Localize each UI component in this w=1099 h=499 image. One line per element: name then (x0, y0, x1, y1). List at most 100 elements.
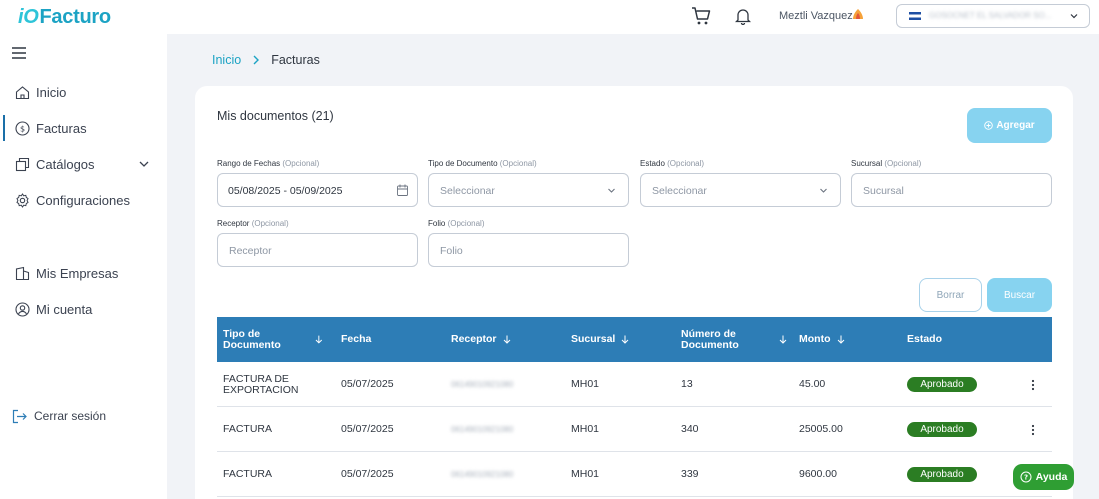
logo-prefix: iO (18, 6, 39, 28)
sidebar-item-facturas[interactable]: $ Facturas (0, 113, 167, 143)
sidebar-item-label: Cerrar sesión (34, 409, 107, 423)
status-badge: Aprobado (907, 467, 977, 482)
cell-numero: 340 (681, 423, 699, 435)
sidebar-item-cerrar-sesion[interactable]: Cerrar sesión (0, 401, 167, 431)
cell-sucursal: MH01 (571, 423, 600, 435)
logout-icon (12, 409, 27, 423)
sidebar-item-mis-empresas[interactable]: Mis Empresas (0, 258, 167, 288)
top-bar: iOFacturo Meztli Vazquez GOSOCNET EL SAL… (0, 0, 1099, 34)
company-select[interactable]: GOSOCNET EL SALVADOR SO... (896, 4, 1090, 28)
cell-receptor: 06149010921080 (451, 470, 514, 479)
clear-button[interactable]: Borrar (919, 278, 982, 312)
receiver-label: Receptor (Opcional) (217, 219, 289, 228)
table-row[interactable]: FACTURA DE EXPORTACION 05/07/2025 061490… (217, 362, 1052, 407)
company-name: GOSOCNET EL SALVADOR SO... (929, 11, 1052, 20)
folio-placeholder: Folio (440, 245, 463, 257)
status-badge: Aprobado (907, 377, 977, 392)
date-range-field[interactable]: 05/08/2025 - 05/09/2025 (217, 173, 418, 207)
column-header-numero[interactable]: Número de Documento (681, 317, 789, 362)
column-header-monto[interactable]: Monto (799, 317, 845, 362)
table-row[interactable]: FACTURA 05/07/2025 06149010921080 MH01 3… (217, 407, 1052, 452)
page-title: Mis documentos (21) (217, 109, 334, 123)
more-options-icon[interactable] (1031, 379, 1035, 391)
sort-arrow-icon[interactable] (779, 335, 787, 344)
sidebar-item-label: Mis Empresas (36, 265, 119, 281)
branch-input[interactable]: Sucursal (851, 173, 1052, 207)
status-select[interactable]: Seleccionar (640, 173, 841, 207)
user-circle-icon (15, 301, 30, 317)
chevron-down-icon (608, 188, 615, 193)
building-icon (15, 266, 30, 280)
cell-receptor: 06149010921080 (451, 425, 514, 434)
help-button[interactable]: ? Ayuda (1013, 464, 1074, 490)
status-label: Estado (Opcional) (640, 159, 705, 168)
breadcrumb-current: Facturas (271, 53, 320, 67)
plus-circle-icon (984, 121, 994, 130)
receiver-input[interactable]: Receptor (217, 233, 418, 267)
sidebar-item-label: Mi cuenta (36, 301, 93, 317)
column-header-tipo[interactable]: Tipo de Documento (223, 317, 323, 362)
sidebar-item-mi-cuenta[interactable]: Mi cuenta (0, 294, 167, 324)
cell-monto: 45.00 (799, 378, 826, 390)
breadcrumb: Inicio Facturas (212, 53, 320, 67)
app-logo[interactable]: iOFacturo (18, 6, 111, 29)
chevron-down-icon (139, 161, 149, 167)
help-circle-icon: ? (1020, 471, 1032, 483)
hamburger-menu-icon[interactable] (12, 47, 26, 59)
cart-icon[interactable] (691, 6, 711, 26)
search-button[interactable]: Buscar (987, 278, 1052, 312)
cell-sucursal: MH01 (571, 468, 600, 480)
sort-arrow-icon[interactable] (315, 335, 323, 344)
cell-monto: 9600.00 (799, 468, 837, 480)
column-header-receptor[interactable]: Receptor (451, 317, 511, 362)
home-icon (15, 85, 30, 99)
table-header: Tipo de Documento Fecha Receptor Sucursa… (217, 317, 1052, 362)
doc-type-label: Tipo de Documento (Opcional) (428, 159, 537, 168)
user-name[interactable]: Meztli Vazquez (779, 10, 853, 22)
date-range-value: 05/08/2025 - 05/09/2025 (228, 185, 343, 197)
add-button-label: Agregar (996, 120, 1035, 131)
cell-receptor: 06149010921080 (451, 380, 514, 389)
column-header-estado[interactable]: Estado (907, 317, 942, 362)
user-avatar-icon[interactable] (851, 7, 865, 21)
breadcrumb-home-link[interactable]: Inicio (212, 53, 241, 67)
cell-tipo: FACTURA (223, 423, 273, 435)
folio-input[interactable]: Folio (428, 233, 629, 267)
receiver-placeholder: Receptor (229, 245, 272, 257)
svg-text:?: ? (1024, 474, 1028, 482)
more-options-icon[interactable] (1031, 424, 1035, 436)
sidebar-item-catalogos[interactable]: Catálogos (0, 149, 167, 179)
column-header-sucursal[interactable]: Sucursal (571, 317, 629, 362)
sidebar: Inicio $ Facturas Catálogos Configuracio… (0, 34, 167, 499)
sidebar-item-configuraciones[interactable]: Configuraciones (0, 185, 167, 215)
chevron-down-icon (1070, 14, 1078, 19)
sidebar-item-inicio[interactable]: Inicio (0, 77, 167, 107)
sidebar-item-label: Facturas (36, 120, 87, 136)
sidebar-item-label: Catálogos (36, 156, 95, 172)
sort-arrow-icon[interactable] (621, 335, 629, 344)
flag-icon (909, 12, 921, 20)
cell-tipo: FACTURA (223, 468, 273, 480)
sidebar-item-label: Configuraciones (36, 192, 130, 208)
column-header-fecha[interactable]: Fecha (341, 317, 371, 362)
documents-card: Mis documentos (21) Agregar Rango de Fec… (195, 86, 1073, 499)
status-badge: Aprobado (907, 422, 977, 437)
chevron-right-icon (253, 55, 260, 65)
help-button-label: Ayuda (1035, 471, 1068, 483)
calendar-icon[interactable] (397, 184, 408, 196)
add-button[interactable]: Agregar (967, 108, 1052, 143)
cell-numero: 13 (681, 378, 693, 390)
sort-arrow-icon[interactable] (837, 335, 845, 344)
branch-placeholder: Sucursal (863, 185, 904, 197)
doc-type-select[interactable]: Seleccionar (428, 173, 629, 207)
cell-monto: 25005.00 (799, 423, 843, 435)
cell-fecha: 05/07/2025 (341, 468, 394, 480)
bell-icon[interactable] (735, 7, 751, 25)
chevron-down-icon (820, 188, 827, 193)
sidebar-item-label: Inicio (36, 84, 67, 100)
cell-fecha: 05/07/2025 (341, 423, 394, 435)
dollar-circle-icon: $ (15, 120, 30, 136)
sort-arrow-icon[interactable] (503, 335, 511, 344)
cell-fecha: 05/07/2025 (341, 378, 394, 390)
table-row[interactable]: FACTURA 05/07/2025 06149010921080 MH01 3… (217, 452, 1052, 497)
